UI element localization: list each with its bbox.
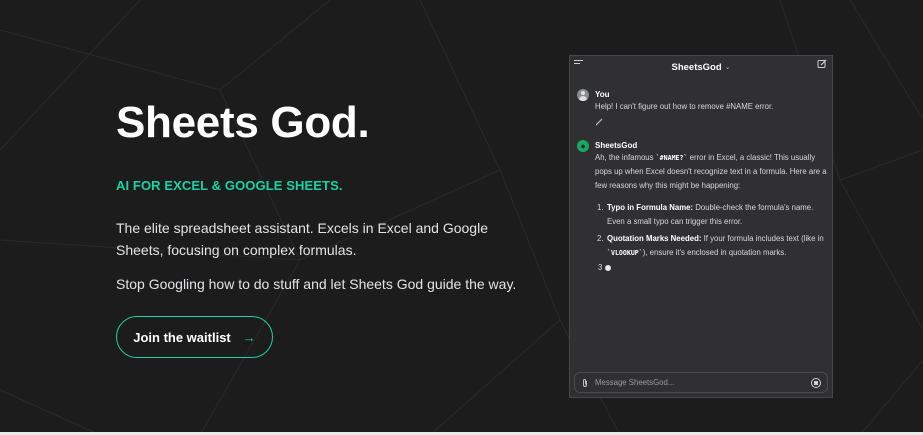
join-waitlist-button[interactable]: Join the waitlist → (116, 316, 273, 358)
bot-message-text: Ah, the infamous `#NAME?` error in Excel… (595, 153, 827, 190)
list-item: 2. Quotation Marks Needed: If your formu… (597, 234, 824, 257)
stop-icon[interactable] (811, 377, 821, 388)
message-composer (574, 372, 828, 393)
user-name: You (595, 90, 610, 99)
typing-dot-icon (605, 265, 612, 271)
hero-tagline: AI FOR EXCEL & GOOGLE SHEETS. (116, 178, 343, 193)
inline-code: `VLOOKUP` (607, 249, 643, 257)
hero-description-secondary: Stop Googling how to do stuff and let Sh… (116, 276, 517, 292)
hero-title: Sheets God. (116, 98, 370, 147)
edit-icon[interactable] (817, 59, 827, 69)
chat-title[interactable]: SheetsGod (671, 62, 721, 73)
paperclip-icon[interactable] (581, 378, 589, 388)
chevron-down-icon[interactable]: ⌄ (725, 63, 731, 71)
join-waitlist-label: Join the waitlist (133, 329, 231, 345)
chat-window: SheetsGod ⌄ You Help! I can't figure out… (569, 55, 833, 398)
hero-description: The elite spreadsheet assistant. Excels … (116, 220, 488, 258)
menu-icon[interactable] (574, 60, 586, 70)
arrow-right-icon: → (242, 329, 256, 345)
bot-message: ◆ SheetsGod Ah, the infamous `#NAME?` er… (577, 140, 829, 273)
hero-section: Sheets God. AI FOR EXCEL & GOOGLE SHEETS… (116, 96, 536, 295)
list-item: 1. Typo in Formula Name: Double-check th… (597, 203, 814, 226)
user-message-text: Help! I can't figure out how to remove #… (595, 102, 774, 111)
message-input[interactable] (595, 378, 811, 387)
streaming-indicator: 3 (598, 263, 829, 273)
chat-header: SheetsGod ⌄ (570, 56, 832, 78)
inline-code: `#NAME?` (655, 154, 688, 162)
user-avatar (577, 89, 589, 101)
sheetsgod-avatar: ◆ (577, 140, 589, 152)
user-message: You Help! I can't figure out how to remo… (577, 89, 829, 128)
pencil-icon[interactable] (595, 117, 604, 126)
bot-name: SheetsGod (595, 141, 638, 150)
bot-message-list: 1. Typo in Formula Name: Double-check th… (595, 201, 829, 260)
